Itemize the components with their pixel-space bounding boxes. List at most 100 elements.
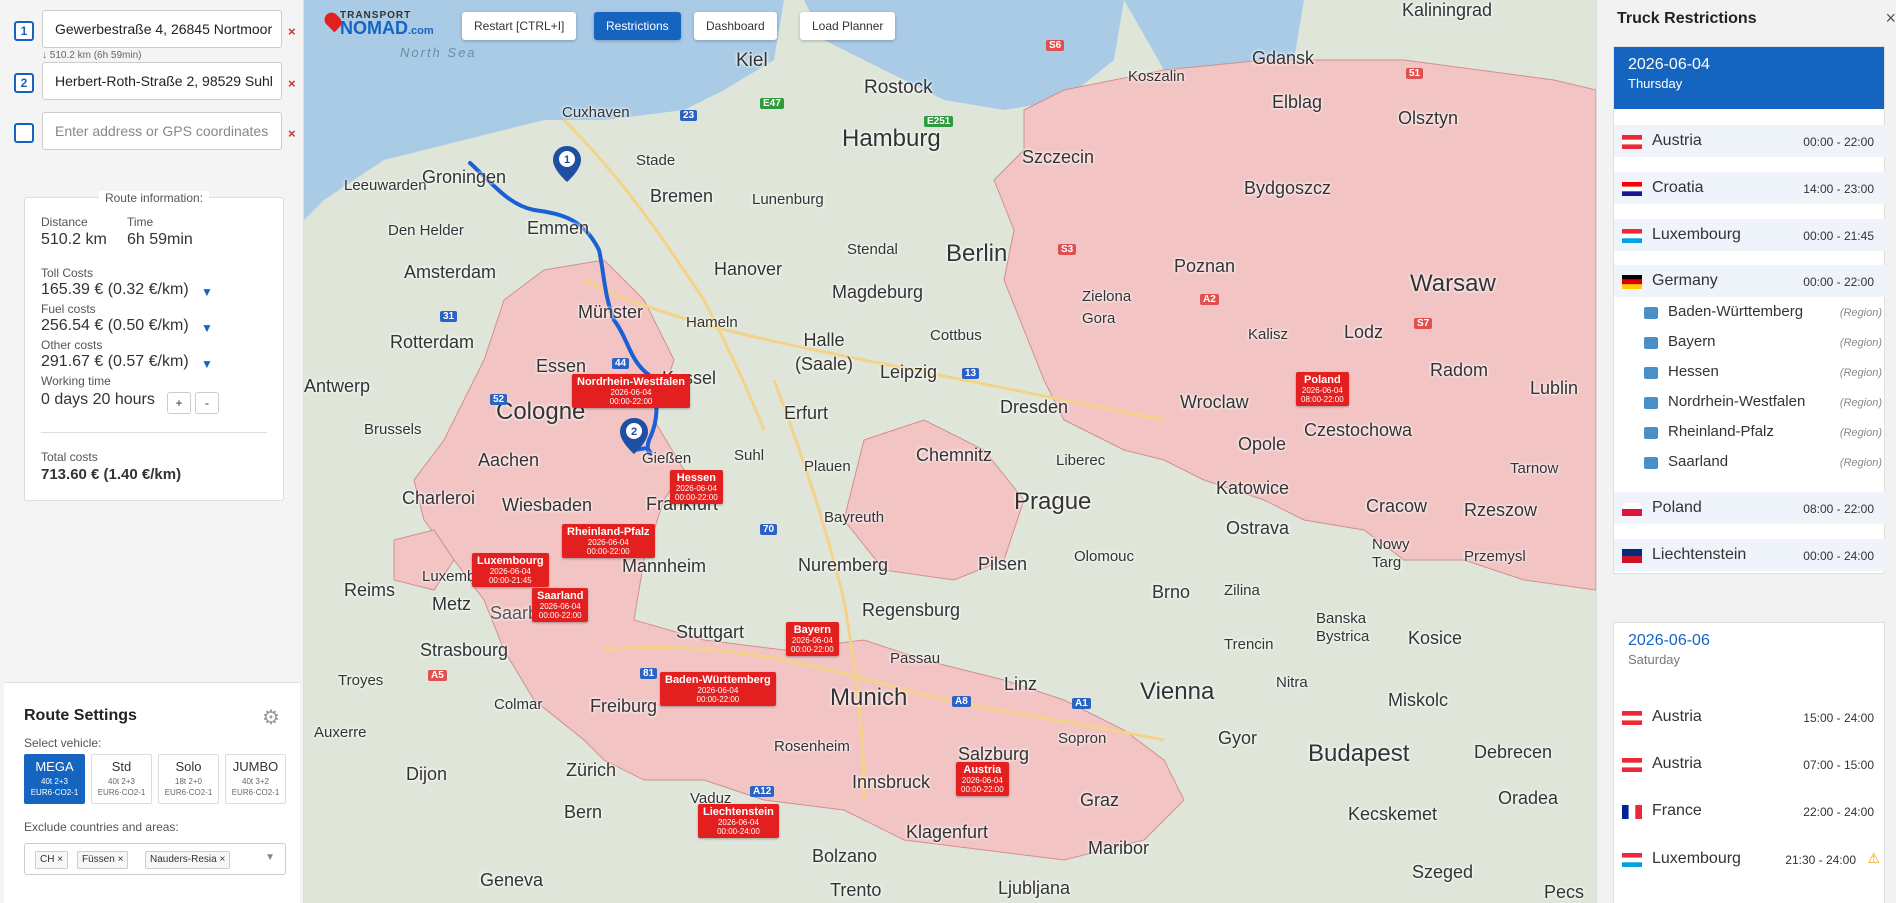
country-row[interactable]: Luxembourg 00:00 - 21:45 — [1614, 219, 1886, 251]
region-date: 2026-06-04 — [697, 686, 739, 695]
city-label: Miskolc — [1388, 690, 1449, 710]
region-row[interactable]: Saarland (Region) — [1614, 448, 1886, 478]
day-card: 2026-06-06 Saturday Austria 15:00 - 24:0… — [1613, 622, 1885, 903]
region-row[interactable]: Bayern (Region) — [1614, 328, 1886, 358]
country-row[interactable]: Austria 07:00 - 15:00 — [1614, 748, 1886, 780]
luxembourg-flag-icon — [1622, 853, 1642, 867]
city-label: Przemysl — [1464, 548, 1526, 565]
route-settings-panel: Route Settings ⚙ Select vehicle: MEGA 40… — [4, 682, 300, 903]
load-planner-button[interactable]: Load Planner — [800, 12, 896, 40]
region-restriction-label[interactable]: Hessen 2026-06-04 00:00-22:00 — [670, 470, 723, 504]
waypoint-address-input[interactable]: Gewerbestraße 4, 26845 Nortmoor — [42, 10, 282, 48]
exclude-tag[interactable]: Füssen × — [77, 851, 129, 869]
vehicle-name: Solo — [175, 759, 202, 774]
vehicle-std-button[interactable]: Std 40t 2+3 EUR6·CO2-1 — [91, 754, 152, 804]
country-row[interactable]: Austria 15:00 - 24:00 — [1614, 701, 1886, 733]
country-row[interactable]: Austria 00:00 - 22:00 — [1614, 125, 1886, 157]
city-label: Pecs — [1544, 882, 1585, 902]
country-row[interactable]: Poland 08:00 - 22:00 — [1614, 492, 1886, 524]
vehicle-euro: EUR6·CO2-1 — [97, 788, 146, 797]
city-label: Gyor — [1218, 728, 1258, 748]
city-label: Hanover — [714, 259, 783, 279]
waypoint-number[interactable]: 2 — [14, 73, 34, 93]
region-restriction-label[interactable]: Baden-Württemberg 2026-06-04 00:00-22:00 — [660, 672, 776, 706]
region-restriction-label[interactable]: Rheinland-Pfalz 2026-06-04 00:00-22:00 — [562, 524, 655, 558]
city-label: Erfurt — [784, 403, 829, 423]
transportnomad-logo[interactable]: TRANSPORT NOMAD.com — [321, 9, 434, 39]
poland-flag-icon — [1622, 502, 1642, 516]
select-vehicle-label: Select vehicle: — [24, 736, 102, 750]
region-row[interactable]: Baden-Württemberg (Region) — [1614, 298, 1886, 328]
city-label: Olomouc — [1074, 548, 1135, 565]
city-label: Lodz — [1344, 322, 1384, 342]
region-restriction-label[interactable]: Austria 2026-06-04 00:00-22:00 — [956, 762, 1009, 796]
croatia-flag-icon — [1622, 182, 1642, 196]
remove-waypoint-icon[interactable]: × — [288, 24, 296, 39]
city-label: Cuxhaven — [562, 104, 630, 121]
restrictions-button[interactable]: Restrictions — [594, 12, 681, 40]
increase-working-time-button[interactable]: + — [167, 392, 191, 414]
expand-toll-icon[interactable]: ▼ — [201, 285, 213, 299]
region-time: 00:00-24:00 — [717, 827, 760, 836]
day-date: 2026-06-06 — [1628, 632, 1710, 649]
day-header[interactable]: 2026-06-06 Saturday — [1614, 623, 1884, 685]
region-row[interactable]: Nordrhein-Westfalen (Region) — [1614, 388, 1886, 418]
vehicle-solo-button[interactable]: Solo 18t 2+0 EUR6·CO2-1 — [158, 754, 219, 804]
exclude-areas-select[interactable]: CH × Füssen × Nauders-Resia × ▼ — [24, 843, 286, 875]
city-label: Prague — [1014, 488, 1092, 515]
day-header[interactable]: 2026-06-04 Thursday — [1614, 47, 1884, 109]
country-name: Poland — [1652, 499, 1702, 516]
waypoint-1: 1 Gewerbestraße 4, 26845 Nortmoor × — [14, 10, 304, 50]
city-label: Bremen — [650, 186, 714, 206]
country-row[interactable]: Germany 00:00 - 22:00 — [1614, 265, 1886, 297]
close-icon[interactable]: × — [1885, 8, 1896, 29]
decrease-working-time-button[interactable]: - — [195, 392, 219, 414]
waypoint-number[interactable]: 1 — [14, 21, 34, 41]
map-view[interactable]: North Sea Kiel Rostock Hamburg Cuxhaven … — [304, 0, 1596, 903]
city-label: Charleroi — [402, 488, 476, 508]
region-restriction-label[interactable]: Saarland 2026-06-04 00:00-22:00 — [532, 588, 589, 622]
city-label: Mannheim — [622, 556, 707, 576]
region-tag: (Region) — [1839, 337, 1882, 349]
dashboard-button[interactable]: Dashboard — [694, 12, 777, 40]
region-restriction-label[interactable]: Luxembourg 2026-06-04 00:00-21:45 — [472, 553, 549, 587]
chevron-down-icon[interactable]: ▼ — [265, 852, 275, 863]
region-restriction-label[interactable]: Bayern 2026-06-04 00:00-22:00 — [786, 622, 839, 656]
region-map-icon — [1644, 397, 1658, 409]
region-restriction-label[interactable]: Nordrhein-Westfalen 2026-06-04 00:00-22:… — [572, 374, 690, 408]
country-row[interactable]: France 22:00 - 24:00 — [1614, 795, 1886, 827]
road-shield: S3 — [1058, 244, 1077, 255]
day-date: 2026-06-04 — [1628, 56, 1710, 73]
region-row[interactable]: Rheinland-Pfalz (Region) — [1614, 418, 1886, 448]
region-row[interactable]: Hessen (Region) — [1614, 358, 1886, 388]
country-row[interactable]: Luxembourg 21:30 - 24:00 ⚠ — [1614, 843, 1886, 875]
expand-other-icon[interactable]: ▼ — [201, 357, 213, 371]
expand-fuel-icon[interactable]: ▼ — [201, 321, 213, 335]
remove-waypoint-icon[interactable]: × — [288, 76, 296, 91]
exclude-label: Exclude countries and areas: — [24, 820, 179, 834]
city-label: Colmar — [494, 696, 543, 713]
remove-waypoint-icon[interactable]: × — [288, 126, 296, 141]
city-label: Radom — [1430, 360, 1489, 380]
waypoint-number[interactable] — [14, 123, 34, 143]
road-shield: A5 — [428, 670, 447, 681]
region-name: Nordrhein-Westfalen — [1668, 393, 1806, 410]
city-label: Banska Bystrica — [1316, 610, 1370, 645]
exclude-tag[interactable]: Nauders-Resia × — [145, 851, 231, 869]
country-row[interactable]: Croatia 14:00 - 23:00 — [1614, 172, 1886, 204]
restart-button[interactable]: Restart [CTRL+I] — [462, 12, 577, 40]
country-name: Germany — [1652, 272, 1718, 289]
exclude-tag[interactable]: CH × — [35, 851, 69, 869]
country-row[interactable]: Liechtenstein 00:00 - 24:00 — [1614, 539, 1886, 571]
logo-bottom-text: NOMAD.com — [340, 18, 434, 38]
city-label: Olsztyn — [1398, 108, 1459, 128]
vehicle-mega-button[interactable]: MEGA 40t 2+3 EUR6·CO2-1 — [24, 754, 85, 804]
waypoint-address-input[interactable]: Herbert-Roth-Straße 2, 98529 Suhl — [42, 62, 282, 100]
waypoint-1-marker[interactable]: 1 — [553, 146, 581, 182]
new-address-input[interactable]: Enter address or GPS coordinates — [42, 112, 282, 150]
waypoint-2-marker[interactable]: 2 — [620, 418, 648, 454]
region-restriction-label[interactable]: Poland 2026-06-04 08:00-22:00 — [1296, 372, 1349, 406]
gear-icon[interactable]: ⚙ — [262, 705, 280, 730]
region-restriction-label[interactable]: Liechtenstein 2026-06-04 00:00-24:00 — [698, 804, 779, 838]
vehicle-jumbo-button[interactable]: JUMBO 40t 3+2 EUR6·CO2-1 — [225, 754, 286, 804]
